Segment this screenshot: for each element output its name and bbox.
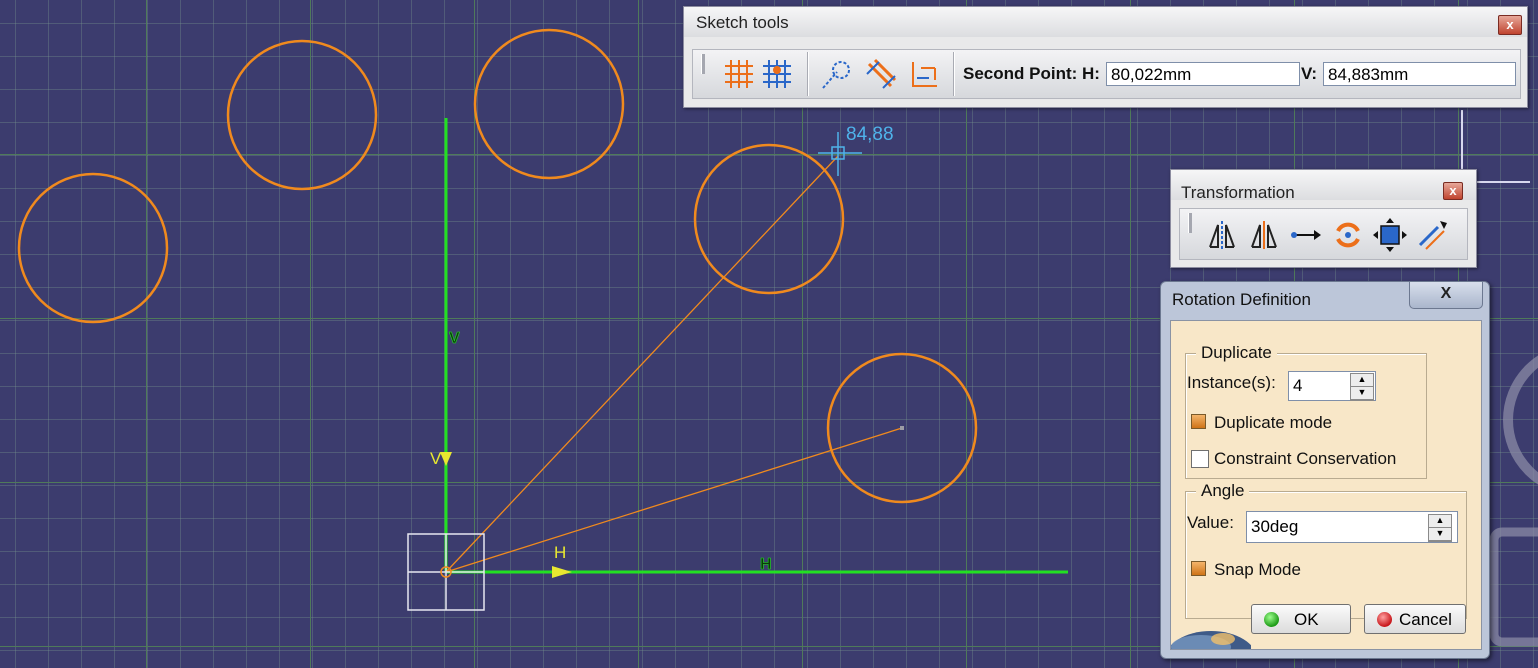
- dimension-readout: 84,88: [846, 124, 894, 145]
- ok-button-label: OK: [1294, 610, 1319, 629]
- geometrical-constraints-icon[interactable]: [863, 56, 899, 92]
- duplicate-group-title: Duplicate: [1196, 343, 1277, 363]
- instances-label: Instance(s):: [1187, 373, 1276, 392]
- transformation-title: Transformation: [1181, 183, 1295, 202]
- spin-down-icon[interactable]: ▼: [1351, 387, 1373, 400]
- v-coordinate-input[interactable]: 84,883mm: [1323, 62, 1516, 86]
- sketch-circle[interactable]: [693, 143, 845, 295]
- axis-arrow: [440, 452, 452, 466]
- angle-group-title: Angle: [1196, 481, 1250, 501]
- toolbar-grip[interactable]: [1188, 213, 1192, 233]
- sketch-tools-titlebar[interactable]: Sketch tools: [684, 7, 1527, 37]
- cancel-button[interactable]: Cancel: [1364, 604, 1466, 634]
- cursor-h-label: H: [554, 543, 566, 562]
- angle-value-input[interactable]: 30deg: [1246, 511, 1458, 543]
- construction-element-icon[interactable]: [819, 56, 855, 92]
- background-rect: [1489, 527, 1538, 647]
- v-coordinate-label: V:: [1301, 64, 1318, 83]
- rotate-icon[interactable]: [1330, 217, 1366, 253]
- dialog-content: Duplicate Instance(s): 4 ▲ ▼ Duplicate m…: [1170, 320, 1482, 650]
- axis-arrow: [552, 566, 572, 578]
- translate-icon[interactable]: [1288, 217, 1324, 253]
- transformation-titlebar[interactable]: Transformation: [1171, 170, 1476, 202]
- axis-v-label: V: [449, 330, 460, 347]
- axis-h-label: H: [760, 556, 772, 573]
- snap-mode-checkbox[interactable]: [1191, 561, 1206, 576]
- offset-icon[interactable]: [1414, 217, 1450, 253]
- h-coordinate-input[interactable]: 80,022mm: [1106, 62, 1300, 86]
- dialog-close-button[interactable]: X: [1409, 282, 1483, 309]
- duplicate-mode-checkbox[interactable]: [1191, 414, 1206, 429]
- sketch-circle[interactable]: [226, 39, 378, 191]
- value-label: Value:: [1187, 513, 1234, 532]
- transformation-close-button[interactable]: x: [1443, 182, 1463, 200]
- sketch-tools-title: Sketch tools: [696, 13, 789, 32]
- spin-up-icon[interactable]: ▲: [1351, 374, 1373, 387]
- toolbar-separator: [953, 52, 955, 96]
- ok-button[interactable]: OK: [1251, 604, 1351, 634]
- constraint-conservation-label: Constraint Conservation: [1214, 449, 1397, 468]
- transformation-body: [1179, 208, 1468, 260]
- dimensional-constraints-icon[interactable]: [907, 56, 943, 92]
- sketch-tools-body: Second Point: H: 80,022mm V: 84,883mm: [692, 49, 1521, 99]
- cancel-button-label: Cancel: [1399, 610, 1452, 629]
- toolbar-separator: [807, 52, 809, 96]
- cancel-icon: [1377, 612, 1392, 627]
- dialog-title: Rotation Definition: [1172, 290, 1311, 309]
- instances-spinner[interactable]: ▲ ▼: [1350, 373, 1374, 401]
- mirror-icon[interactable]: [1204, 217, 1240, 253]
- second-point-label: Second Point: H:: [963, 64, 1100, 83]
- symmetry-icon[interactable]: [1246, 217, 1282, 253]
- toolbar-grip[interactable]: [701, 54, 705, 74]
- snap-to-point-icon[interactable]: [759, 56, 795, 92]
- constraint-conservation-checkbox[interactable]: [1191, 450, 1209, 468]
- spin-up-icon[interactable]: ▲: [1429, 515, 1451, 528]
- sketch-tools-close-button[interactable]: x: [1498, 15, 1522, 35]
- sketch-circle[interactable]: [17, 172, 169, 324]
- globe-logo-icon: [1171, 631, 1251, 649]
- transformation-toolbar: Transformation x: [1170, 169, 1477, 268]
- scale-icon[interactable]: [1372, 217, 1408, 253]
- spin-down-icon[interactable]: ▼: [1429, 528, 1451, 541]
- cursor-v-label: V: [430, 449, 442, 468]
- duplicate-mode-label: Duplicate mode: [1214, 413, 1333, 432]
- sketch-tools-toolbar: Sketch tools x Second Point: H: 80,022mm…: [683, 6, 1528, 108]
- snap-mode-label: Snap Mode: [1214, 560, 1301, 579]
- sketch-circle[interactable]: [473, 28, 625, 180]
- angle-spinner[interactable]: ▲ ▼: [1428, 514, 1452, 542]
- ok-icon: [1264, 612, 1279, 627]
- background-circle: [1503, 355, 1538, 485]
- rotation-definition-dialog: Rotation Definition X Duplicate Instance…: [1160, 281, 1490, 659]
- grid-icon[interactable]: [721, 56, 757, 92]
- center-point: [900, 426, 904, 430]
